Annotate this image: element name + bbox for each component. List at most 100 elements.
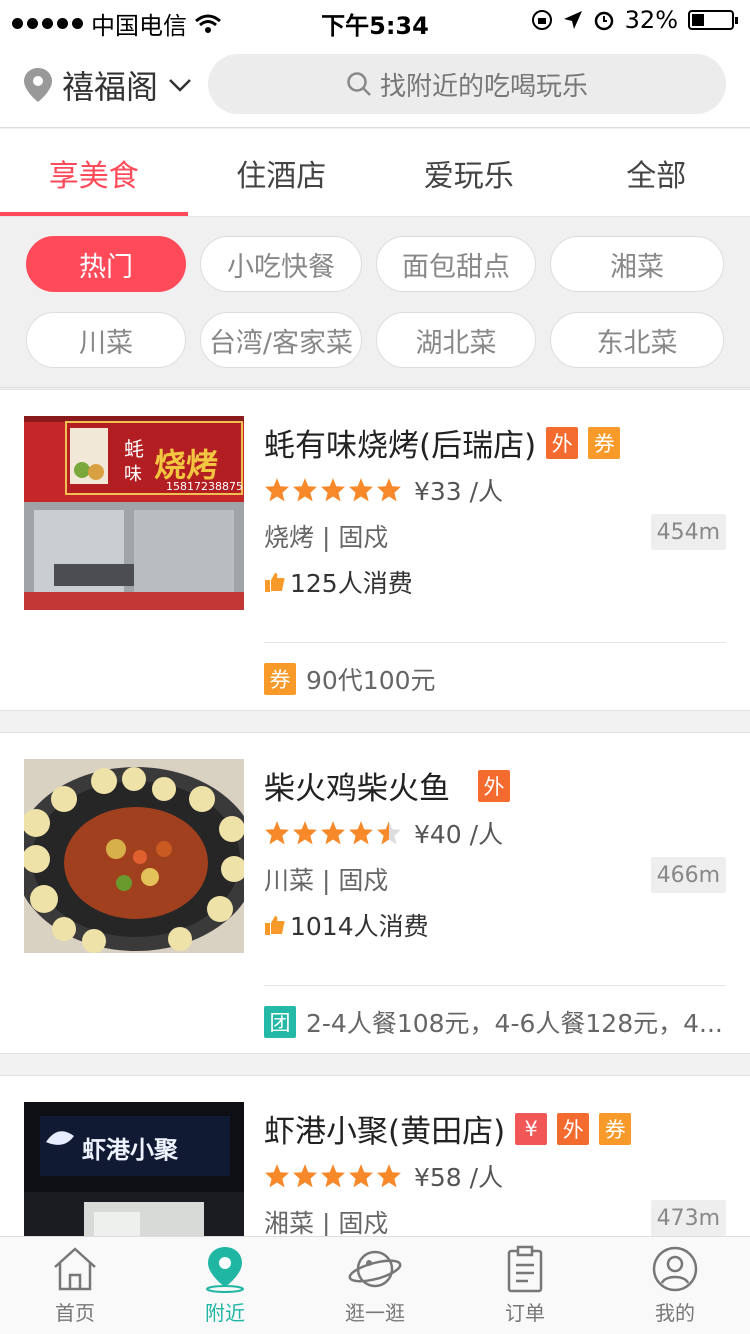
takeout-badge: 外 <box>546 426 579 459</box>
deal-text: 2-4人餐108元，4-6人餐128元，4... <box>306 1009 723 1038</box>
coupon-badge: 券 <box>264 663 296 695</box>
photo-phone-text: 15817238875 <box>166 480 243 493</box>
sold-count: 1014人消费 <box>264 907 429 943</box>
price-per-person: ¥58 /人 <box>414 1163 504 1192</box>
search-placeholder: 找附近的吃喝玩乐 <box>379 71 588 102</box>
nav-explore-label: 逛一逛 <box>345 1301 405 1325</box>
restaurant-card[interactable]: 蚝 味 烧烤 15817238875 蚝有味烧烤(后瑞店) 外 券 ¥33 /人… <box>0 389 750 711</box>
yen-badge: ¥ <box>515 1112 548 1145</box>
star-icon <box>293 1164 317 1188</box>
coupon-badge: 券 <box>588 426 621 459</box>
thumbs-up-icon <box>265 573 285 592</box>
sold-count: 125人消费 <box>264 564 413 600</box>
star-icon <box>321 1164 345 1188</box>
restaurant-name: 虾港小聚(黄田店) <box>264 1114 506 1150</box>
category-area: 湘菜 | 固戍 <box>264 1209 389 1238</box>
location-name: 禧福阁 <box>62 68 159 106</box>
star-rating <box>264 477 402 503</box>
tab-food[interactable]: 享美食 <box>0 129 188 216</box>
restaurant-name: 柴火鸡柴火鱼 <box>264 771 450 807</box>
thumbs-up-icon <box>265 916 285 935</box>
restaurant-name-row: 柴火鸡柴火鱼 外 <box>264 763 510 808</box>
user-icon <box>652 1246 698 1292</box>
nav-home[interactable]: 首页 <box>0 1237 150 1334</box>
chip-sichuan[interactable]: 川菜 <box>26 312 186 368</box>
status-bar: 中国电信 下午5:34 32% <box>0 0 750 40</box>
nav-nearby-label: 附近 <box>205 1301 245 1325</box>
price-per-person: ¥40 /人 <box>414 820 504 849</box>
sold-count-text: 1014人消费 <box>290 912 429 941</box>
nav-profile-label: 我的 <box>655 1301 695 1325</box>
nav-nearby[interactable]: 附近 <box>150 1237 300 1334</box>
chip-bakery[interactable]: 面包甜点 <box>376 236 536 292</box>
battery-icon <box>688 10 738 30</box>
location-pin-icon <box>206 1247 244 1293</box>
chip-snacks[interactable]: 小吃快餐 <box>200 236 362 292</box>
star-icon <box>321 821 345 845</box>
photo-sign-text: 虾港小聚 <box>82 1136 179 1164</box>
photo-sign-text: 烧烤 <box>154 446 218 484</box>
search-input[interactable]: 找附近的吃喝玩乐 <box>208 54 726 114</box>
alarm-icon <box>594 11 613 31</box>
chip-dongbei[interactable]: 东北菜 <box>550 312 724 368</box>
star-icon <box>377 478 401 502</box>
distance-badge: 466m <box>650 857 726 893</box>
top-header: 禧福阁 找附近的吃喝玩乐 <box>0 40 750 128</box>
star-rating <box>264 820 402 846</box>
planet-icon <box>348 1250 402 1288</box>
nav-orders[interactable]: 订单 <box>450 1237 600 1334</box>
rating-row: ¥58 /人 <box>264 1158 503 1194</box>
battery-percent: 32% <box>624 6 678 34</box>
nav-home-label: 首页 <box>55 1301 95 1325</box>
restaurant-name-row: 蚝有味烧烤(后瑞店) 外 券 <box>264 420 621 465</box>
rotation-lock-icon <box>531 10 552 30</box>
deal-row[interactable]: 团 2-4人餐108元，4-6人餐128元，4... <box>264 985 726 1040</box>
distance-badge: 473m <box>650 1200 726 1236</box>
chip-hubei[interactable]: 湖北菜 <box>376 312 536 368</box>
deal-row[interactable]: 券 90代100元 <box>264 642 726 697</box>
star-icon <box>349 478 373 502</box>
chip-hot[interactable]: 热门 <box>26 236 186 292</box>
restaurant-name-row: 虾港小聚(黄田店) ¥ 外 券 <box>264 1106 632 1151</box>
star-icon <box>321 478 345 502</box>
clipboard-icon <box>507 1245 543 1293</box>
nav-profile[interactable]: 我的 <box>600 1237 750 1334</box>
restaurant-name: 蚝有味烧烤(后瑞店) <box>264 428 537 464</box>
star-rating <box>264 1163 402 1189</box>
tab-entertainment[interactable]: 爱玩乐 <box>375 129 563 216</box>
svg-text:味: 味 <box>124 464 142 485</box>
location-arrow-icon <box>563 11 582 29</box>
filter-chips: 热门 小吃快餐 面包甜点 湘菜 川菜 台湾/客家菜 湖北菜 东北菜 <box>0 218 750 388</box>
takeout-badge: 外 <box>557 1112 590 1145</box>
star-icon <box>349 1164 373 1188</box>
distance-badge: 454m <box>650 514 726 550</box>
star-icon <box>265 1164 289 1188</box>
half-star-icon <box>377 821 401 845</box>
restaurant-photo: 蚝 味 烧烤 15817238875 <box>24 416 244 610</box>
restaurant-photo <box>24 759 244 953</box>
rating-row: ¥33 /人 <box>264 472 503 508</box>
chip-taiwan-hakka[interactable]: 台湾/客家菜 <box>200 312 362 368</box>
star-icon <box>293 821 317 845</box>
category-area: 川菜 | 固戍 <box>264 866 389 895</box>
category-area: 烧烤 | 固戍 <box>264 523 389 552</box>
tab-hotel[interactable]: 住酒店 <box>188 129 376 216</box>
restaurant-card[interactable]: 柴火鸡柴火鱼 外 ¥40 /人 川菜 | 固戍 466m 1014人消费 团 2… <box>0 732 750 1054</box>
takeout-badge: 外 <box>478 769 510 802</box>
star-icon <box>265 821 289 845</box>
star-icon <box>377 1164 401 1188</box>
location-pin-icon <box>24 68 52 102</box>
group-deal-badge: 团 <box>264 1006 296 1038</box>
deal-text: 90代100元 <box>306 666 436 695</box>
tab-all[interactable]: 全部 <box>563 129 750 216</box>
nav-orders-label: 订单 <box>505 1301 545 1325</box>
bottom-nav: 首页 附近 逛一逛 订单 我的 <box>0 1236 750 1334</box>
nav-explore[interactable]: 逛一逛 <box>300 1237 450 1334</box>
chip-hunan[interactable]: 湘菜 <box>550 236 724 292</box>
svg-text:蚝: 蚝 <box>124 437 144 461</box>
star-icon <box>293 478 317 502</box>
location-selector[interactable]: 禧福阁 <box>24 62 192 108</box>
coupon-badge: 券 <box>599 1112 632 1145</box>
category-tabs: 享美食 住酒店 爱玩乐 全部 <box>0 129 750 217</box>
home-icon <box>54 1247 96 1291</box>
